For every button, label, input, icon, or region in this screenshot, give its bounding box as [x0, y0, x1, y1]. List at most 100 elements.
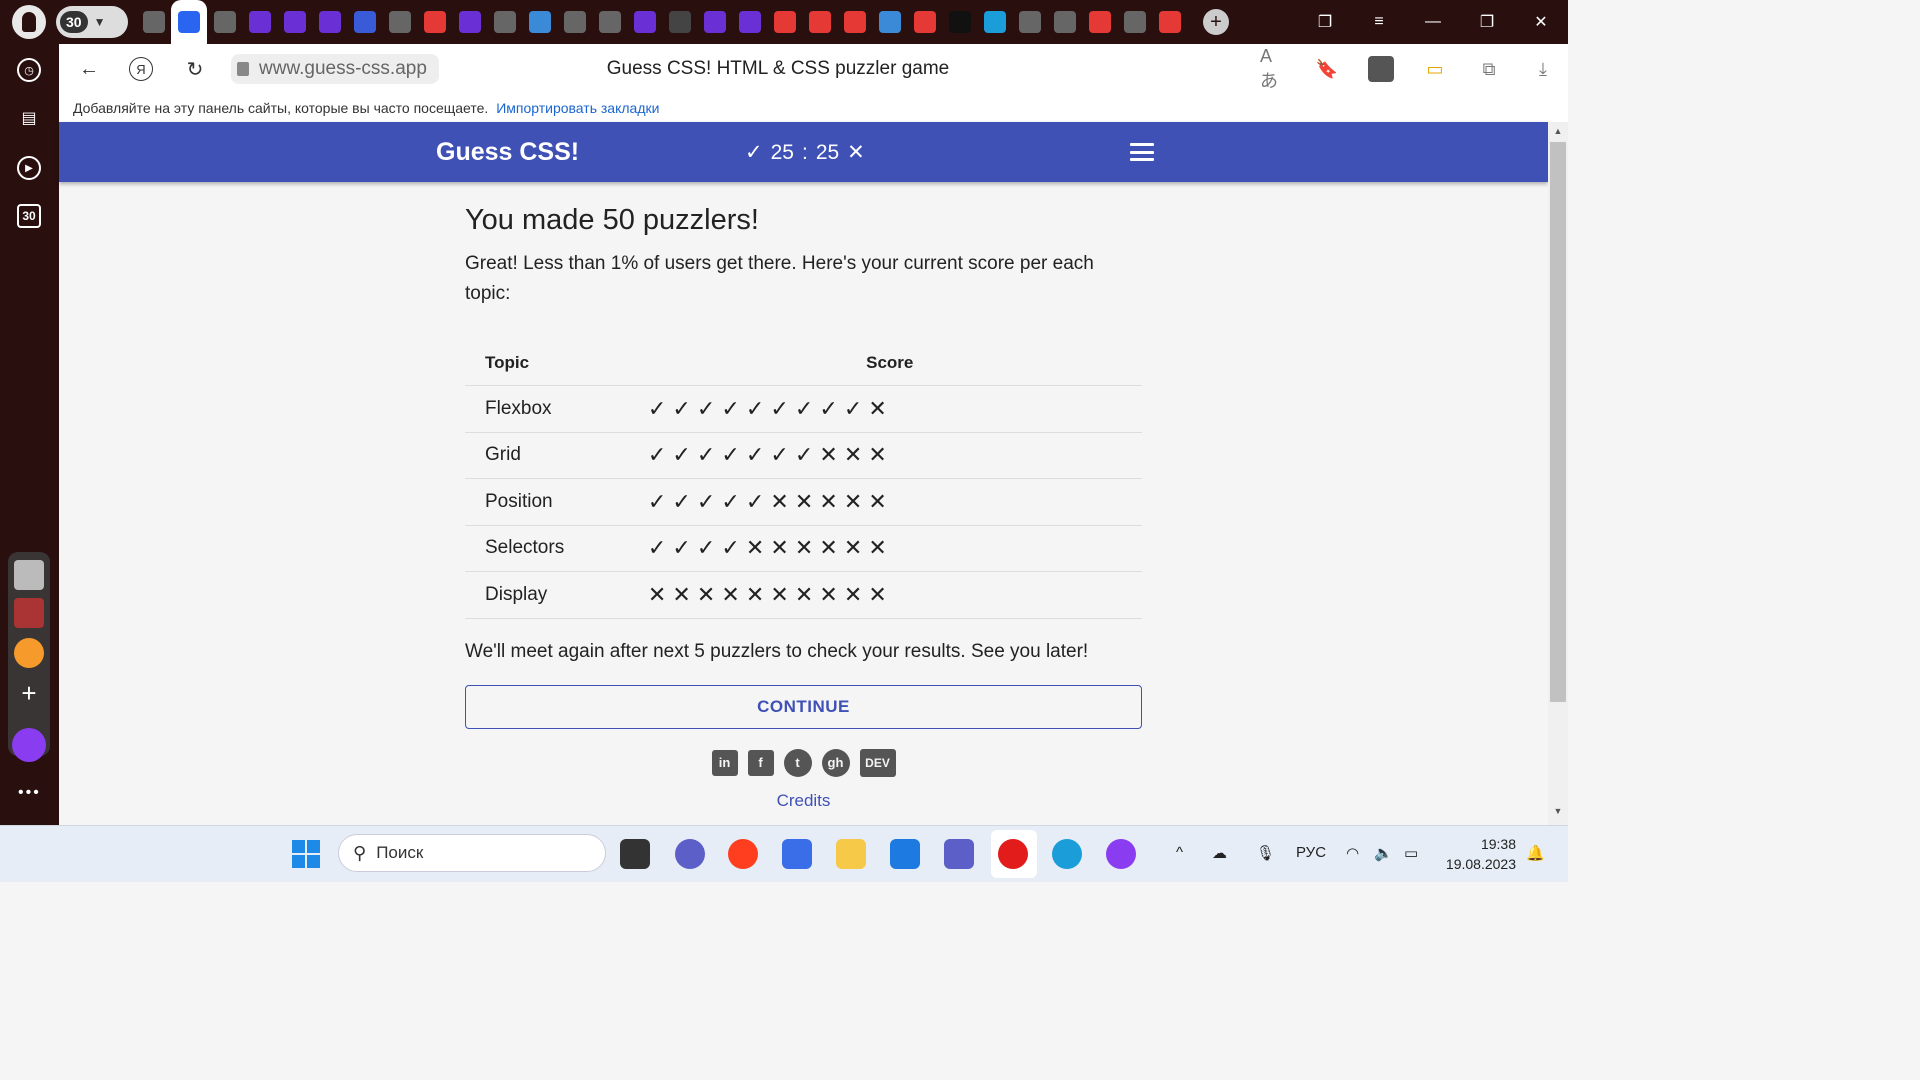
network-tab-icon[interactable]	[353, 11, 376, 33]
battery-icon[interactable]: ▭	[1404, 844, 1418, 862]
yandex-tab-icon[interactable]	[1158, 11, 1181, 33]
scroll-thumb[interactable]	[1550, 142, 1566, 702]
dash-tab-icon[interactable]	[388, 11, 411, 33]
w-tab-icon[interactable]	[983, 11, 1006, 33]
css3-tab-icon[interactable]	[178, 11, 200, 33]
wifi-icon[interactable]: ◠	[1346, 844, 1359, 862]
tab-counter-icon[interactable]: 30	[17, 204, 41, 228]
check-icon: ✓	[672, 395, 692, 421]
windows-taskbar: ⚲ Поиск ^ ☁ 🎙 РУС ◠ 🔈 ▭ 19:38 19.08.2023…	[0, 825, 1568, 882]
yandex-tab-icon[interactable]	[843, 11, 866, 33]
chat-icon[interactable]	[675, 839, 705, 869]
check-icon: ✓	[647, 535, 667, 561]
translate-icon[interactable]: Aあ	[1260, 46, 1286, 91]
store-icon[interactable]	[782, 839, 812, 869]
dev-icon[interactable]: DEV	[859, 748, 896, 777]
system-clock[interactable]: 19:38 19.08.2023	[1440, 834, 1516, 874]
add-app-icon[interactable]: +	[14, 678, 44, 708]
chart-tab-icon[interactable]	[598, 11, 621, 33]
teams-icon[interactable]	[944, 839, 974, 869]
extension-icon[interactable]	[1368, 56, 1394, 82]
github-icon[interactable]: gh	[821, 748, 850, 777]
twitter-icon[interactable]: t	[783, 748, 812, 777]
history-icon[interactable]: ◷	[17, 58, 41, 82]
import-bookmarks-link[interactable]: Импортировать закладки	[496, 100, 659, 116]
bookmark-tab-icon[interactable]	[142, 11, 165, 33]
continue-button[interactable]: CONTINUE	[465, 684, 1142, 729]
circle-tab-icon[interactable]	[1123, 11, 1146, 33]
profile-avatar-icon[interactable]	[12, 5, 46, 39]
app-pattern-icon[interactable]	[14, 598, 44, 628]
chart-tab-icon[interactable]	[563, 11, 586, 33]
b-tab-icon[interactable]	[318, 11, 341, 33]
taskbar-search[interactable]: ⚲ Поиск	[338, 834, 606, 872]
windows-start-icon[interactable]	[292, 840, 320, 868]
app-mail-icon[interactable]	[14, 638, 44, 668]
tray-expand-icon[interactable]: ^	[1176, 844, 1183, 861]
cross-icon: ✕	[745, 581, 765, 607]
screenshot-icon[interactable]: ⧉	[1476, 56, 1502, 82]
scroll-up-icon[interactable]: ▲	[1548, 126, 1568, 136]
play-icon[interactable]: ▶	[17, 156, 41, 180]
hamburger-menu-icon[interactable]	[1130, 143, 1154, 161]
mail-icon[interactable]	[890, 839, 920, 869]
notion-tab-icon[interactable]	[1053, 11, 1076, 33]
alice-icon[interactable]	[1106, 839, 1136, 869]
social-links: in f t gh DEV	[465, 748, 1142, 777]
file-explorer-icon[interactable]	[836, 839, 866, 869]
doc-tab-icon[interactable]	[213, 11, 236, 33]
yandex-app-icon[interactable]	[728, 839, 758, 869]
b-tab-icon[interactable]	[458, 11, 481, 33]
close-button[interactable]: ✕	[1514, 12, 1568, 32]
restore-button[interactable]: ❐	[1460, 12, 1514, 32]
b-tab-icon[interactable]	[703, 11, 726, 33]
app-title[interactable]: Guess CSS!	[436, 138, 579, 167]
page-scrollbar[interactable]: ▲ ▼	[1548, 122, 1568, 825]
b-tab-icon[interactable]	[633, 11, 656, 33]
score-marks-cell: ✕ ✕ ✕ ✕ ✕ ✕ ✕ ✕ ✕ ✕	[633, 571, 1142, 619]
facebook-icon[interactable]: f	[747, 749, 774, 776]
minimize-button[interactable]: —	[1406, 13, 1460, 31]
linkedin-icon[interactable]: in	[711, 749, 738, 776]
alice-assistant-icon[interactable]	[12, 728, 46, 762]
doc-tab-icon[interactable]	[493, 11, 516, 33]
tab-manager-icon[interactable]: ❐	[1298, 12, 1352, 32]
puzzle-tab-icon[interactable]	[528, 11, 551, 33]
b-tab-icon[interactable]	[248, 11, 271, 33]
menu-icon[interactable]: ≡	[1352, 13, 1406, 31]
edge-icon[interactable]	[1052, 839, 1082, 869]
new-tab-button[interactable]: +	[1203, 9, 1229, 35]
notifications-icon[interactable]: 🔔	[1526, 844, 1545, 862]
battery-saver-icon[interactable]: ▭	[1422, 56, 1448, 82]
als-tab-icon[interactable]	[808, 11, 831, 33]
b-tab-icon[interactable]	[738, 11, 761, 33]
cross-icon: ✕	[868, 535, 888, 561]
yandex-tab-icon[interactable]	[423, 11, 446, 33]
volume-icon[interactable]: 🔈	[1374, 844, 1393, 862]
github-tab-icon[interactable]	[668, 11, 691, 33]
puzzle-tab-icon[interactable]	[878, 11, 901, 33]
scroll-down-icon[interactable]: ▼	[1548, 806, 1568, 816]
doc-tab-icon[interactable]	[1018, 11, 1041, 33]
onedrive-icon[interactable]: ☁	[1212, 844, 1227, 862]
credits-link[interactable]: Credits	[465, 791, 1142, 811]
yandex-tab-icon[interactable]	[773, 11, 796, 33]
microphone-icon[interactable]: 🎙	[1256, 844, 1275, 862]
active-tab[interactable]	[171, 0, 207, 44]
tab-group-button[interactable]: 30 ▼	[56, 6, 128, 38]
browser-sidebar: ◷ ▤ ▶ 30 + •••	[0, 44, 59, 825]
yandex-tab-icon[interactable]	[913, 11, 936, 33]
yandex-browser-icon[interactable]	[998, 839, 1028, 869]
more-icon[interactable]: •••	[18, 784, 41, 802]
bookmark-icon[interactable]: 🔖	[1314, 56, 1340, 82]
dev-tab-icon[interactable]	[948, 11, 971, 33]
youtube-tab-icon[interactable]	[1088, 11, 1111, 33]
language-indicator[interactable]: РУС	[1296, 844, 1326, 861]
b-tab-icon[interactable]	[283, 11, 306, 33]
cross-icon: ✕	[819, 442, 839, 468]
collections-icon[interactable]: ▤	[17, 106, 41, 130]
topic-column-header: Topic	[465, 339, 634, 386]
app-avatar-icon[interactable]	[14, 560, 44, 590]
download-icon[interactable]: ⤓	[1530, 56, 1556, 82]
task-view-icon[interactable]	[620, 839, 650, 869]
